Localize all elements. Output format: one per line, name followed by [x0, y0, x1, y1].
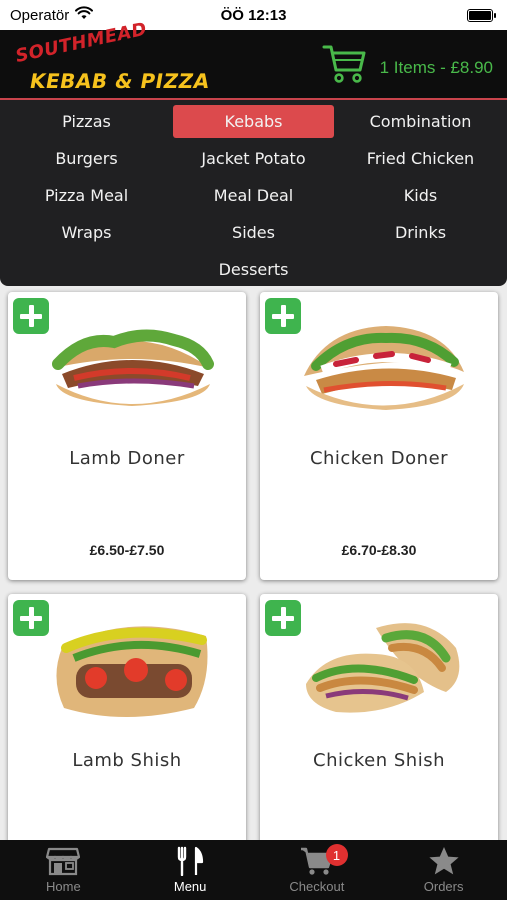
- category-desserts[interactable]: Desserts: [173, 253, 334, 286]
- cart-summary: 1 Items - £8.90: [379, 58, 493, 77]
- battery-icon: [467, 8, 496, 22]
- product-card[interactable]: Lamb Shish: [8, 594, 246, 840]
- product-name: Lamb Shish: [72, 750, 182, 771]
- status-bar: Operatör ÖÖ 12:13: [0, 0, 507, 30]
- cart-icon: [322, 42, 366, 84]
- category-kids[interactable]: Kids: [340, 179, 501, 212]
- tab-bar: Home Menu 1 Checkout Orders: [0, 840, 507, 900]
- chicken-doner-image: [304, 326, 464, 410]
- category-wraps[interactable]: Wraps: [6, 216, 167, 249]
- star-icon: [427, 846, 461, 876]
- category-fried-chicken[interactable]: Fried Chicken: [340, 142, 501, 175]
- checkout-badge: 1: [325, 844, 348, 866]
- wifi-icon: [75, 6, 94, 24]
- tab-menu[interactable]: Menu: [127, 840, 254, 900]
- carrier-label: Operatör: [10, 6, 70, 24]
- category-burgers[interactable]: Burgers: [6, 142, 167, 175]
- cutlery-icon: [173, 846, 207, 876]
- product-card[interactable]: Lamb Doner £6.50-£7.50: [8, 292, 246, 580]
- product-grid: Lamb Doner £6.50-£7.50 Chicken Doner £6.…: [0, 286, 507, 840]
- category-pizzas[interactable]: Pizzas: [6, 105, 167, 138]
- category-jacket-potato[interactable]: Jacket Potato: [173, 142, 334, 175]
- product-price: £6.70-£8.30: [341, 542, 417, 558]
- store-icon: [46, 846, 81, 876]
- category-meal-deal[interactable]: Meal Deal: [173, 179, 334, 212]
- product-price: £6.50-£7.50: [89, 542, 165, 558]
- category-grid: Pizzas Kebabs Combination Burgers Jacket…: [0, 105, 507, 286]
- tab-orders[interactable]: Orders: [380, 840, 507, 900]
- category-menu: Pizzas Kebabs Combination Burgers Jacket…: [0, 100, 507, 286]
- tab-home[interactable]: Home: [0, 840, 127, 900]
- category-kebabs[interactable]: Kebabs: [173, 105, 334, 138]
- tab-orders-label: Orders: [423, 879, 464, 894]
- product-card[interactable]: Chicken Doner £6.70-£8.30: [260, 292, 498, 580]
- tab-home-label: Home: [46, 879, 81, 894]
- tab-menu-label: Menu: [173, 879, 207, 894]
- category-sides[interactable]: Sides: [173, 216, 334, 249]
- tab-checkout[interactable]: 1 Checkout: [254, 840, 381, 900]
- category-drinks[interactable]: Drinks: [340, 216, 501, 249]
- product-name: Chicken Shish: [313, 750, 445, 771]
- category-combination[interactable]: Combination: [340, 105, 501, 138]
- brand-logo[interactable]: SOUTHMEAD KEBAB & PIZZA: [14, 19, 212, 94]
- product-card[interactable]: Chicken Shish: [260, 594, 498, 840]
- lamb-doner-image: [52, 329, 214, 406]
- tab-checkout-label: Checkout: [289, 879, 345, 894]
- brand-logo-line2: KEBAB & PIZZA: [27, 69, 212, 93]
- lamb-shish-image: [56, 626, 208, 717]
- product-name: Lamb Doner: [69, 448, 185, 469]
- status-left: Operatör: [10, 6, 94, 24]
- chicken-shish-image: [306, 623, 460, 713]
- product-name: Chicken Doner: [309, 448, 449, 469]
- app-header: SOUTHMEAD KEBAB & PIZZA 1 Items - £8.90: [0, 19, 507, 100]
- category-pizza-meal[interactable]: Pizza Meal: [6, 179, 167, 212]
- header-cart[interactable]: 1 Items - £8.90: [322, 42, 493, 84]
